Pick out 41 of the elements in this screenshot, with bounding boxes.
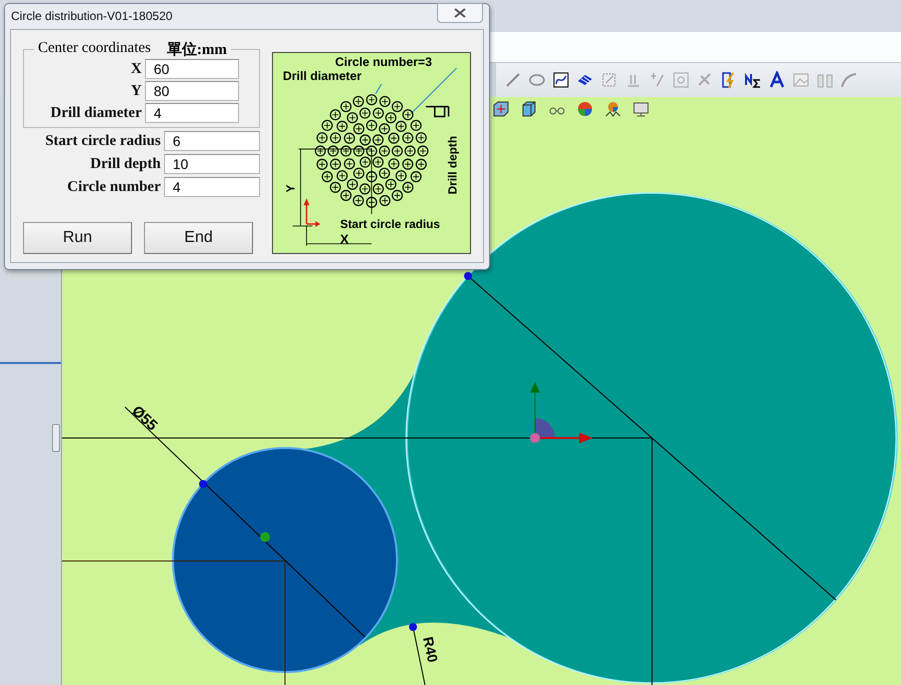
diagram-label: Y [283,184,298,192]
cube-icon[interactable] [520,100,538,118]
window-title: Circle distribution-V01-180520 [11,8,172,22]
field-label: X [130,60,142,78]
text-icon[interactable] [768,71,786,89]
diagram-label: Drill diameter [282,69,362,83]
input-field[interactable]: 6 [164,131,260,151]
spline-icon[interactable] [552,71,570,89]
diagram-label: Drill depth [445,136,460,194]
field-label: Circle number [67,178,161,196]
sketch-point[interactable] [409,623,417,631]
sigma-icon[interactable] [744,71,762,89]
scene-icon[interactable] [604,100,622,118]
sketch-point[interactable] [199,480,207,488]
input-field[interactable]: 4 [144,103,239,123]
diameter-dimension: Ø55 [128,402,161,434]
sketch-point[interactable] [464,272,472,280]
dialog-button[interactable]: End [144,222,253,254]
input-field[interactable]: 60 [144,59,239,79]
close-button[interactable] [437,2,483,22]
close-icon [454,8,466,18]
input-field[interactable]: 10 [164,154,260,174]
dialog-button[interactable]: Run [23,222,132,254]
diagram-label: Circle number=3 [334,55,432,70]
section-view-icon[interactable] [492,100,510,118]
radius-dimension: R40 [420,635,442,664]
unit-label: 單位:mm [166,40,227,59]
display-icon[interactable] [632,100,650,118]
field-label: Y [130,82,142,100]
field-label: Start circle radius [45,132,161,150]
input-field[interactable]: 4 [164,177,260,197]
field-label: Drill depth [90,156,161,172]
origin-axes-icon [530,382,593,443]
field-label: Drill diameter [50,104,142,122]
diagram-label: Start circle radius [340,216,440,231]
color-ball-icon[interactable] [576,100,594,118]
line-icon[interactable] [504,71,522,89]
group-title: Center coordinates [38,40,151,58]
diagram-label: X [340,232,348,247]
panel-collapse-handle[interactable] [52,424,60,452]
input-field[interactable]: 80 [144,81,239,101]
